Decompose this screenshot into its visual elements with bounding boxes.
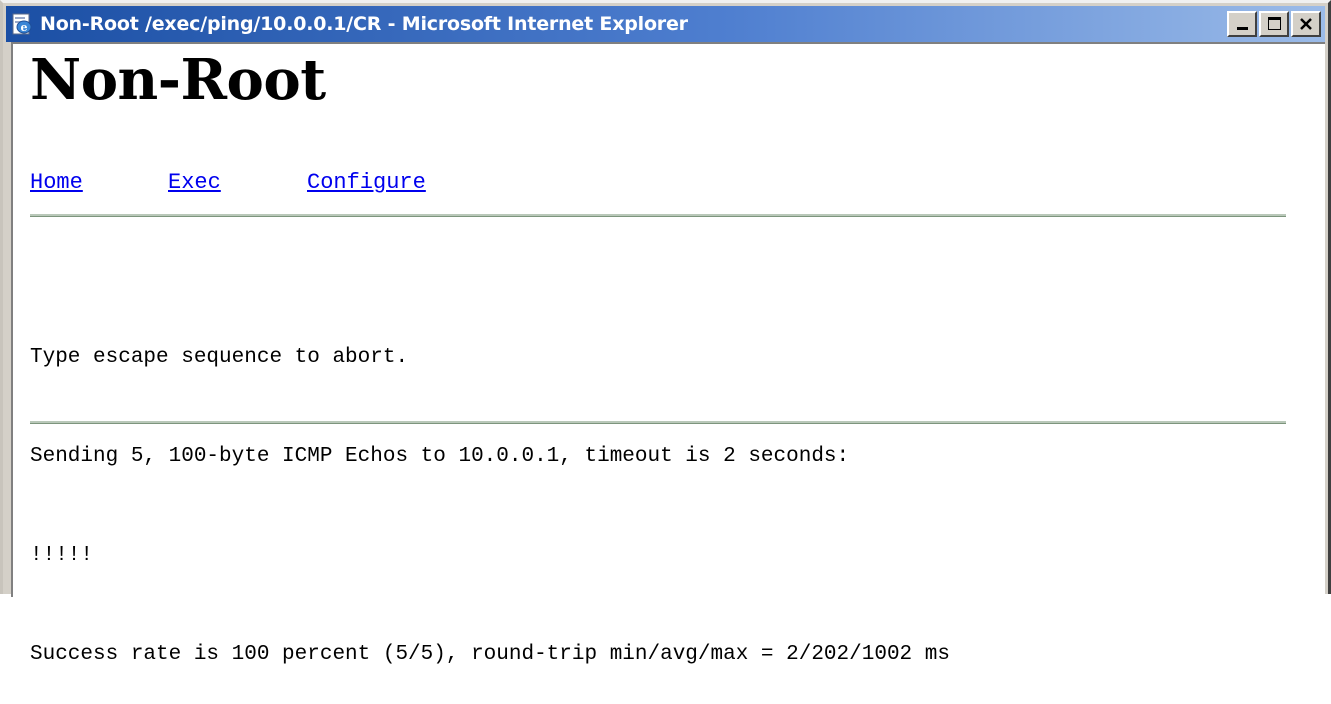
minimize-icon	[1237, 27, 1248, 30]
window-title: Non-Root /exec/ping/10.0.0.1/CR - Micros…	[40, 13, 688, 35]
output-line: !!!!!	[30, 544, 94, 567]
title-bar[interactable]: e Non-Root /exec/ping/10.0.0.1/CR - Micr…	[6, 6, 1325, 42]
maximize-button[interactable]	[1259, 11, 1289, 37]
output-line: Type escape sequence to abort.	[30, 346, 409, 369]
minimize-button[interactable]	[1227, 11, 1257, 37]
top-divider	[30, 214, 1286, 217]
output-line: Success rate is 100 percent (5/5), round…	[30, 643, 950, 666]
close-button[interactable]	[1291, 11, 1321, 37]
maximize-icon	[1268, 17, 1281, 30]
output-line: Sending 5, 100-byte ICMP Echos to 10.0.0…	[30, 445, 850, 468]
close-icon	[1293, 13, 1319, 35]
nav-link-home[interactable]: Home	[30, 170, 83, 195]
window-controls	[1227, 11, 1321, 37]
ping-output: Type escape sequence to abort. Sending 5…	[30, 275, 950, 704]
nav-link-exec[interactable]: Exec	[168, 170, 221, 195]
page-title: Non-Root	[30, 47, 326, 113]
ie-page-icon[interactable]: e	[10, 12, 34, 36]
nav-link-configure[interactable]: Configure	[307, 170, 426, 195]
bottom-divider	[30, 421, 1286, 424]
svg-text:e: e	[21, 21, 28, 34]
